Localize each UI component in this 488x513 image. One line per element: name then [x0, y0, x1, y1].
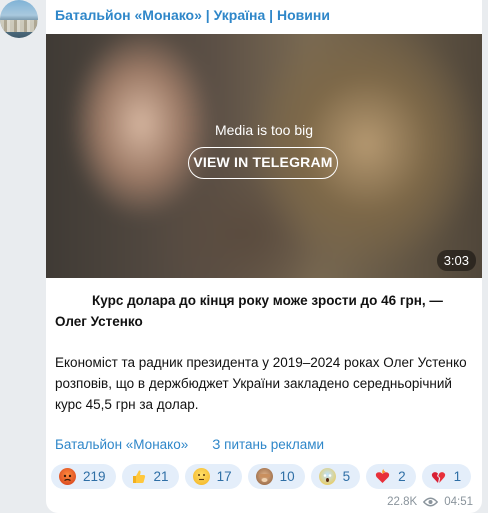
- reaction-heart-on-fire[interactable]: 2: [366, 464, 416, 489]
- media-too-big-notice: Media is too big: [214, 122, 314, 138]
- message-time: 04:51: [444, 496, 473, 508]
- reaction-broken-heart[interactable]: 1: [421, 464, 472, 489]
- post-title: Курс долара до кінця року може зрости до…: [55, 293, 443, 329]
- channel-name-link[interactable]: Батальйон «Монако» | Україна | Новини: [55, 7, 330, 23]
- reaction-angry[interactable]: 219: [51, 464, 116, 489]
- reactions-bar: 219 21 17 10 5 2 1: [51, 464, 472, 489]
- message-bubble: Батальйон «Монако» | Україна | Новини Me…: [46, 0, 482, 513]
- reaction-thinking[interactable]: 17: [184, 464, 242, 489]
- reaction-count: 219: [83, 469, 106, 484]
- thinking-face-icon: [192, 468, 210, 485]
- channel-avatar[interactable]: [0, 0, 38, 38]
- post-body: Економіст та радник президента у 2019–20…: [55, 355, 467, 412]
- reaction-count: 1: [453, 469, 462, 484]
- heart-on-fire-icon: [374, 468, 391, 485]
- reaction-count: 21: [153, 469, 169, 484]
- reaction-thumbs-up[interactable]: 21: [121, 464, 179, 489]
- advertising-link[interactable]: З питань реклами: [212, 437, 324, 452]
- thumbs-up-icon: [130, 468, 147, 485]
- broken-heart-icon: [430, 468, 447, 485]
- views-count: 22.8K: [387, 496, 418, 508]
- channel-link[interactable]: Батальйон «Монако»: [55, 437, 188, 452]
- reaction-count: 2: [398, 469, 406, 484]
- view-in-telegram-button[interactable]: VIEW IN TELEGRAM: [188, 147, 338, 179]
- reaction-count: 10: [279, 469, 295, 484]
- screaming-face-icon: [318, 468, 336, 485]
- see-no-evil-monkey-icon: [255, 468, 273, 485]
- reaction-count: 5: [342, 469, 351, 484]
- reaction-monkey[interactable]: 10: [247, 464, 305, 489]
- reaction-count: 17: [216, 469, 232, 484]
- post-links: Батальйон «Монако» З питань реклами: [55, 437, 324, 452]
- video-duration-badge: 3:03: [436, 250, 476, 271]
- message-meta: 22.8K 04:51: [387, 496, 473, 508]
- angry-face-icon: [59, 468, 76, 485]
- views-eye-icon: [423, 497, 439, 507]
- video-preview[interactable]: Media is too big VIEW IN TELEGRAM 3:03: [46, 34, 482, 278]
- reaction-scream[interactable]: 5: [310, 464, 361, 489]
- avatar-city-image: [0, 20, 38, 32]
